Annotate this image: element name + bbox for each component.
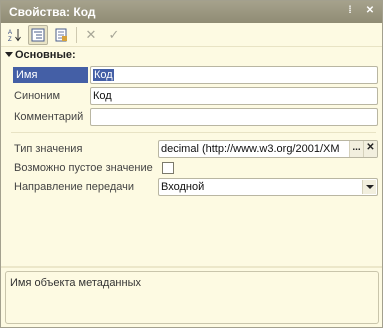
property-label-name[interactable]: Имя	[13, 67, 88, 83]
section-divider	[11, 132, 376, 133]
property-label-direction: Направление передачи	[14, 181, 135, 193]
section-header-main[interactable]: Основные:	[5, 49, 76, 61]
apply-button[interactable]: ✓	[104, 25, 124, 45]
description-text: Имя объекта метаданных	[10, 277, 141, 289]
svg-text:Z: Z	[8, 37, 12, 42]
properties-page-button[interactable]	[51, 25, 71, 45]
categorized-view-button[interactable]	[28, 25, 48, 45]
direction-dropdown[interactable]: Входной	[158, 178, 378, 196]
comment-field[interactable]	[90, 108, 378, 126]
direction-value: Входной	[161, 181, 205, 193]
properties-page-icon	[55, 28, 67, 42]
synonym-field-value: Код	[93, 90, 112, 102]
nillable-checkbox[interactable]	[162, 162, 174, 174]
title-bar: Свойства: Код ⁞ ✕	[1, 1, 382, 23]
toolbar-separator	[76, 27, 77, 43]
categorized-view-icon	[31, 28, 45, 42]
property-label-comment: Комментарий	[14, 111, 84, 123]
clear-value-icon: ✕	[85, 27, 97, 42]
window-title: Свойства: Код	[9, 5, 96, 19]
section-title: Основные:	[15, 49, 76, 61]
select-type-button[interactable]: ...	[349, 141, 363, 157]
synonym-field[interactable]: Код	[90, 87, 378, 105]
property-label-value-type: Тип значения	[14, 143, 83, 155]
svg-text:A: A	[8, 30, 12, 36]
properties-window: Свойства: Код ⁞ ✕ A Z ✕ ✓ Основные: Имя …	[0, 0, 383, 328]
panel-splitter[interactable]	[1, 266, 382, 268]
clear-value-button[interactable]: ✕	[81, 25, 101, 45]
property-label-synonym: Синоним	[14, 90, 61, 102]
sort-alphabetical-icon: A Z	[8, 29, 21, 42]
toolbar: A Z ✕ ✓	[1, 23, 382, 47]
apply-check-icon: ✓	[108, 27, 120, 42]
clear-type-icon[interactable]: ✕	[363, 141, 377, 157]
description-panel: Имя объекта метаданных	[5, 271, 379, 324]
property-label-nillable: Возможно пустое значение	[14, 162, 153, 174]
close-icon[interactable]: ✕	[363, 3, 377, 19]
name-field-value: Код	[93, 69, 114, 81]
pin-icon[interactable]: ⁞	[343, 3, 357, 19]
collapse-triangle-icon[interactable]	[5, 52, 13, 57]
value-type-value: decimal (http://www.w3.org/2001/XM	[161, 143, 340, 155]
chevron-down-icon[interactable]	[362, 180, 376, 194]
value-type-field[interactable]: decimal (http://www.w3.org/2001/XM ... ✕	[158, 140, 378, 158]
sort-alphabetical-button[interactable]: A Z	[5, 25, 25, 45]
name-field[interactable]: Код	[90, 66, 378, 84]
